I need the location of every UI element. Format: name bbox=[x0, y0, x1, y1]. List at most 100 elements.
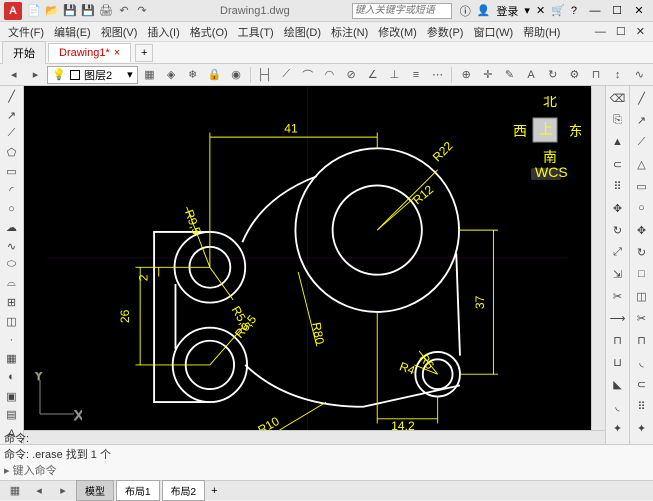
doc-minimize-button[interactable]: — bbox=[591, 24, 610, 40]
layout-grid-icon[interactable]: ▦ bbox=[4, 481, 26, 501]
region-tool[interactable]: ▣ bbox=[2, 388, 22, 405]
info-icon[interactable]: ⓘ bbox=[460, 3, 471, 19]
chamfer-tool[interactable]: ◣ bbox=[608, 374, 628, 394]
tab-close-icon[interactable]: × bbox=[114, 47, 120, 59]
break-tool[interactable]: ⊓ bbox=[608, 330, 628, 350]
help-icon[interactable]: ? bbox=[571, 5, 577, 17]
maximize-button[interactable]: ☐ bbox=[607, 3, 627, 19]
extend-tool[interactable]: ⟶ bbox=[608, 308, 628, 328]
tab-layout1[interactable]: 布局1 bbox=[116, 480, 160, 501]
tab-add-button[interactable]: + bbox=[135, 44, 153, 62]
mirror-tool[interactable]: ▲ bbox=[608, 132, 628, 152]
dim-baseline-icon[interactable]: ≡ bbox=[406, 65, 426, 85]
redo-icon[interactable]: ↷ bbox=[134, 3, 150, 19]
dim-angular-icon[interactable]: ∠ bbox=[363, 65, 383, 85]
xline-tool[interactable]: ↗ bbox=[2, 107, 22, 124]
join-tool[interactable]: ⊔ bbox=[608, 352, 628, 372]
menu-window[interactable]: 窗口(W) bbox=[469, 22, 517, 42]
layer-freeze-icon[interactable]: ❄ bbox=[183, 65, 203, 85]
dim-aligned-icon[interactable]: ⟋ bbox=[276, 65, 296, 85]
rotate-tool[interactable]: ↻ bbox=[608, 220, 628, 240]
move2-tool[interactable]: ✥ bbox=[632, 220, 652, 240]
drawing-canvas[interactable]: 41 26 37 14,2 2 R22 R12 R9,5 R5,5 R6,5 R… bbox=[24, 86, 591, 430]
layer-match-icon[interactable]: ◉ bbox=[226, 65, 246, 85]
menu-view[interactable]: 视图(V) bbox=[97, 22, 142, 42]
save-icon[interactable]: 💾 bbox=[62, 3, 78, 19]
menu-format[interactable]: 格式(O) bbox=[186, 22, 232, 42]
move-tool[interactable]: ✥ bbox=[608, 198, 628, 218]
line2-tool[interactable]: ╱ bbox=[632, 88, 652, 108]
new-icon[interactable]: 📄 bbox=[26, 3, 42, 19]
circle-tool[interactable]: ○ bbox=[2, 200, 22, 217]
hatch-tool[interactable]: ▦ bbox=[2, 350, 22, 367]
insert-block-tool[interactable]: ⊞ bbox=[2, 294, 22, 311]
undo-icon[interactable]: ↶ bbox=[116, 3, 132, 19]
menu-file[interactable]: 文件(F) bbox=[4, 22, 48, 42]
menu-modify[interactable]: 修改(M) bbox=[374, 22, 421, 42]
print-icon[interactable]: 🖨 bbox=[98, 3, 114, 19]
layout-next-icon[interactable]: ▸ bbox=[52, 481, 74, 501]
fillet-tool[interactable]: ◟ bbox=[608, 396, 628, 416]
ellipse-arc-tool[interactable]: ⌓ bbox=[2, 275, 22, 292]
exchange-icon[interactable]: ✕ bbox=[536, 4, 545, 17]
table-tool[interactable]: ▤ bbox=[2, 406, 22, 423]
fillet2-tool[interactable]: ◟ bbox=[632, 352, 652, 372]
revcloud-tool[interactable]: ☁ bbox=[2, 219, 22, 236]
open-icon[interactable]: 📂 bbox=[44, 3, 60, 19]
tab-layout2[interactable]: 布局2 bbox=[162, 480, 206, 501]
tolerance-icon[interactable]: ⊕ bbox=[456, 65, 476, 85]
array-tool[interactable]: ⠿ bbox=[608, 176, 628, 196]
point-tool[interactable]: · bbox=[2, 332, 22, 349]
polygon2-tool[interactable]: △ bbox=[632, 154, 652, 174]
close-button[interactable]: ✕ bbox=[629, 3, 649, 19]
dim-ordinate-icon[interactable]: ⊥ bbox=[385, 65, 405, 85]
tab-drawing1[interactable]: Drawing1*× bbox=[48, 43, 131, 62]
trim-tool[interactable]: ✂ bbox=[608, 286, 628, 306]
stretch-tool[interactable]: ⇲ bbox=[608, 264, 628, 284]
layer-iso-icon[interactable]: ◈ bbox=[161, 65, 181, 85]
scale-tool[interactable]: ⤢ bbox=[608, 242, 628, 262]
polygon-tool[interactable]: ⬠ bbox=[2, 144, 22, 161]
dim-style-icon[interactable]: ⚙ bbox=[565, 65, 585, 85]
vertical-scrollbar[interactable] bbox=[591, 86, 605, 430]
arc-tool[interactable]: ◜ bbox=[2, 182, 22, 199]
cart-icon[interactable]: 🛒 bbox=[551, 4, 565, 17]
doc-maximize-button[interactable]: ☐ bbox=[612, 23, 630, 40]
tab-start[interactable]: 开始 bbox=[2, 41, 46, 64]
mirror2-tool[interactable]: ◫ bbox=[632, 286, 652, 306]
qdim-icon[interactable]: ∿ bbox=[629, 65, 649, 85]
rectangle-tool[interactable]: ▭ bbox=[2, 163, 22, 180]
scale2-tool[interactable]: □ bbox=[632, 264, 652, 284]
copy-tool[interactable]: ⎘ bbox=[608, 110, 628, 130]
dim-diameter-icon[interactable]: ⊘ bbox=[341, 65, 361, 85]
login-link[interactable]: 登录 bbox=[496, 3, 518, 19]
layer-next-icon[interactable]: ▸ bbox=[26, 65, 46, 85]
dim-arc-icon[interactable]: ⌒ bbox=[298, 65, 318, 85]
tab-model[interactable]: 模型 bbox=[76, 480, 114, 501]
dim-space-icon[interactable]: ↕ bbox=[608, 65, 628, 85]
ray-tool[interactable]: ↗ bbox=[632, 110, 652, 130]
saveas-icon[interactable]: 💾 bbox=[80, 3, 96, 19]
layer-prev-icon[interactable]: ◂ bbox=[4, 65, 24, 85]
menu-help[interactable]: 帮助(H) bbox=[519, 22, 564, 42]
center-mark-icon[interactable]: ✛ bbox=[478, 65, 498, 85]
rotate2-tool[interactable]: ↻ bbox=[632, 242, 652, 262]
dropdown-icon[interactable]: ▾ bbox=[524, 4, 530, 17]
dim-continue-icon[interactable]: ⋯ bbox=[428, 65, 448, 85]
menu-insert[interactable]: 插入(I) bbox=[143, 22, 183, 42]
menu-parameter[interactable]: 参数(P) bbox=[423, 22, 468, 42]
trim2-tool[interactable]: ✂ bbox=[632, 308, 652, 328]
offset2-tool[interactable]: ⊂ bbox=[632, 374, 652, 394]
ellipse-tool[interactable]: ⬭ bbox=[2, 257, 22, 274]
dim-break-icon[interactable]: ⊓ bbox=[586, 65, 606, 85]
dim-update-icon[interactable]: ↻ bbox=[543, 65, 563, 85]
doc-close-button[interactable]: ✕ bbox=[632, 23, 649, 40]
menu-dimension[interactable]: 标注(N) bbox=[327, 22, 372, 42]
rect2-tool[interactable]: ▭ bbox=[632, 176, 652, 196]
view-cube[interactable]: 北 西 东 南 上 WCS bbox=[511, 96, 581, 166]
layout-prev-icon[interactable]: ◂ bbox=[28, 481, 50, 501]
polyline-tool[interactable]: ⟋ bbox=[2, 125, 22, 142]
menu-tools[interactable]: 工具(T) bbox=[234, 22, 278, 42]
dim-linear-icon[interactable]: ├┤ bbox=[255, 65, 275, 85]
erase-tool[interactable]: ⌫ bbox=[608, 88, 628, 108]
